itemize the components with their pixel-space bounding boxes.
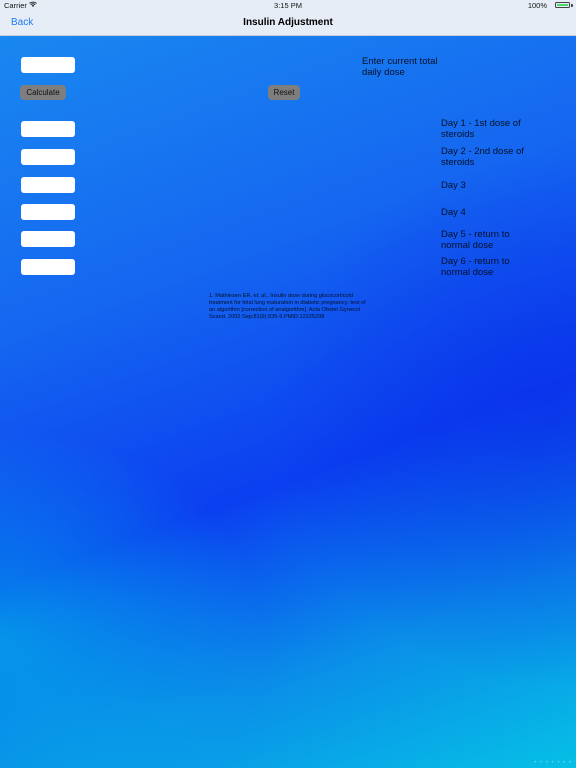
day-5-dose-field[interactable] xyxy=(21,231,75,247)
day-4-label: Day 4 xyxy=(441,207,466,218)
day-3-dose-field[interactable] xyxy=(21,177,75,193)
reset-button[interactable]: Reset xyxy=(268,85,300,100)
calculate-button[interactable]: Calculate xyxy=(20,85,66,100)
battery-icon xyxy=(555,2,570,8)
day-3-label: Day 3 xyxy=(441,180,466,191)
reference-citation: 1. Mathiesen ER, et. al., Insulin dose d… xyxy=(209,293,366,320)
battery-percentage: 100% xyxy=(527,1,547,10)
total-daily-dose-input[interactable] xyxy=(21,57,75,73)
day-6-label: Day 6 - return to normal dose xyxy=(441,256,510,278)
app-screen: Carrier 3:15 PM 100% Back Insulin Adjust… xyxy=(0,0,576,768)
day-1-dose-field[interactable] xyxy=(21,121,75,137)
page-title: Insulin Adjustment xyxy=(243,17,333,28)
battery-tip xyxy=(571,4,573,7)
day-5-label: Day 5 - return to normal dose xyxy=(441,229,510,251)
battery-level-fill xyxy=(557,4,568,6)
day-4-dose-field[interactable] xyxy=(21,204,75,220)
total-daily-dose-label: Enter current total daily dose xyxy=(362,56,438,78)
day-1-label: Day 1 - 1st dose of steroids xyxy=(441,118,521,140)
navigation-bar: Back Insulin Adjustment xyxy=(0,12,576,36)
scroll-indicator: • • • • • • • xyxy=(534,760,572,766)
day-2-dose-field[interactable] xyxy=(21,149,75,165)
status-time: 3:15 PM xyxy=(274,1,302,10)
status-bar: Carrier 3:15 PM 100% xyxy=(0,0,576,12)
day-6-dose-field[interactable] xyxy=(21,259,75,275)
day-2-label: Day 2 - 2nd dose of steroids xyxy=(441,146,524,168)
